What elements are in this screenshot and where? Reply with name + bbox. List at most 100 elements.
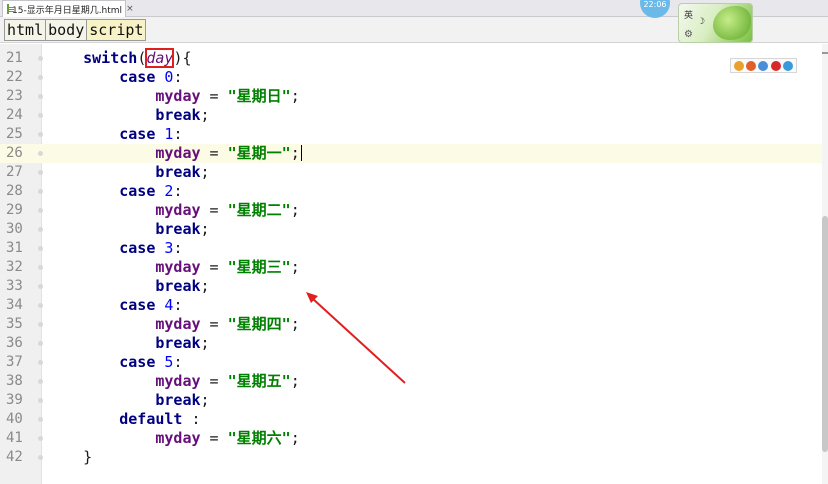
chrome-icon[interactable] [734,60,745,71]
code-line[interactable]: 42 } [0,448,828,467]
safari-icon[interactable] [758,60,769,71]
fold-marker [38,360,43,365]
fold-marker [38,436,43,441]
code-token: ; [290,429,300,447]
code-line[interactable]: 24 break; [0,106,828,125]
code-token: "星期一" [227,144,291,162]
line-number: 33 [6,278,23,294]
code-line[interactable]: 36 break; [0,334,828,353]
code-editor[interactable]: 21 switch(day){22 case 0: 23 myday = "星期日… [0,44,828,484]
code-text: break; [47,220,210,239]
fold-marker [38,208,43,213]
code-text: case 0: [47,68,182,87]
fold-marker [38,398,43,403]
fold-marker [38,189,43,194]
code-token: myday [155,372,201,390]
fold-marker [38,227,43,232]
code-line[interactable]: 41 myday = "星期六"; [0,429,828,448]
fold-marker [38,284,43,289]
code-line[interactable]: 22 case 0: [0,68,828,87]
code-line[interactable]: 23 myday = "星期日"; [0,87,828,106]
opera-icon[interactable] [770,60,781,71]
code-line[interactable]: 37 case 5: [0,353,828,372]
leaf-icon [713,6,751,40]
code-line[interactable]: 38 myday = "星期五"; [0,372,828,391]
code-token: ; [290,372,300,390]
code-token: ; [290,144,300,162]
firefox-icon[interactable] [746,60,757,71]
code-line[interactable]: 25 case 1: [0,125,828,144]
vertical-scrollbar[interactable] [822,44,828,484]
line-number: 24 [6,107,23,123]
line-number: 41 [6,430,23,446]
code-token: ){ [173,49,192,67]
breadcrumb-body[interactable]: body [45,18,88,41]
code-token: ; [200,106,210,124]
code-line[interactable]: 27 break; [0,163,828,182]
code-line[interactable]: 31 case 3: [0,239,828,258]
code-token: ; [290,87,300,105]
code-line[interactable]: 33 break; [0,277,828,296]
close-icon[interactable]: × [126,4,134,14]
code-token: ; [200,220,210,238]
code-text: case 5: [47,353,182,372]
gear-icon[interactable]: ⚙ [684,29,693,40]
code-line[interactable]: 40 default : [0,410,828,429]
ime-language-indicator[interactable]: 英 [684,8,693,21]
line-number: 42 [6,449,23,465]
file-tab[interactable]: 15-显示年月日星期几.html × [2,0,134,17]
code-text: myday = "星期一"; [47,144,302,163]
fold-marker [38,94,43,99]
code-token: "星期三" [227,258,291,276]
code-text: case 3: [47,239,182,258]
moon-icon[interactable]: ☽ [697,17,705,27]
fold-marker [38,246,43,251]
code-line[interactable]: 29 myday = "星期二"; [0,201,828,220]
code-line[interactable]: 35 myday = "星期四"; [0,315,828,334]
fold-marker [38,56,43,61]
fold-marker [38,379,43,384]
code-token: break [155,106,201,124]
code-text: default : [47,410,200,429]
code-line[interactable]: 39 break; [0,391,828,410]
code-token: "星期日" [227,87,291,105]
ime-widget[interactable]: 英 ☽ ⚙ [678,3,753,43]
code-line[interactable]: 30 break; [0,220,828,239]
ie-icon[interactable] [782,60,793,71]
line-number: 36 [6,335,23,351]
fold-marker [38,265,43,270]
scrollbar-thumb[interactable] [822,216,828,452]
code-line[interactable]: 21 switch(day){ [0,48,828,68]
code-token: "星期六" [227,429,291,447]
breadcrumb-html[interactable]: html [4,18,47,41]
code-text: break; [47,334,209,353]
line-number: 28 [6,183,23,199]
fold-marker [38,455,43,460]
highlighted-identifier: day [145,48,175,68]
code-line[interactable]: 28 case 2: [0,182,828,201]
code-text: myday = "星期日"; [47,87,300,106]
fold-marker [38,113,43,118]
breadcrumb-script[interactable]: script [86,18,147,41]
code-token: "星期五" [227,372,291,390]
code-line[interactable]: 26 myday = "星期一"; [0,144,828,163]
code-token: break [155,220,201,238]
fold-marker [38,151,43,156]
code-token: default [119,410,183,428]
code-token: : [173,296,183,314]
code-line[interactable]: 32 myday = "星期三"; [0,258,828,277]
code-text: myday = "星期四"; [47,315,299,334]
code-line[interactable]: 34 case 4: [0,296,828,315]
code-token: : [173,239,183,257]
code-text: myday = "星期六"; [47,429,300,448]
code-token: "星期二" [227,201,291,219]
code-token: : [173,68,183,86]
code-token: ; [290,258,300,276]
